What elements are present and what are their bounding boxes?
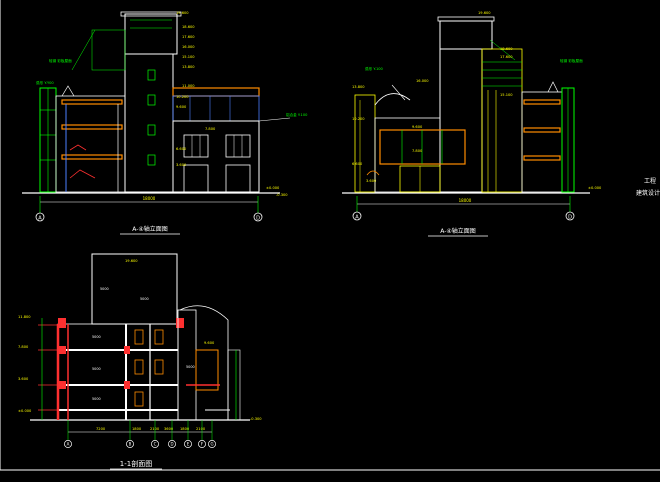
level-label: 7.800 bbox=[18, 345, 29, 349]
room-label: 5000 bbox=[100, 287, 109, 291]
beam-cut bbox=[176, 318, 184, 328]
note-line-2: 建筑设计 bbox=[636, 189, 660, 197]
level-label: 13.800 bbox=[352, 85, 365, 89]
level-label: ±0.000 bbox=[588, 186, 602, 190]
dimension-label: 1800 bbox=[180, 427, 190, 431]
axis-label-left: A bbox=[38, 216, 42, 222]
level-label: 15.100 bbox=[500, 93, 513, 97]
level-label: -0.300 bbox=[276, 193, 288, 197]
axis-label: G bbox=[210, 442, 213, 447]
room-label: 5000 bbox=[92, 397, 101, 401]
level-label: 17.600 bbox=[500, 55, 513, 59]
note-line-1: 工程 bbox=[644, 177, 656, 185]
room-label: 5000 bbox=[140, 297, 149, 301]
axis-label-right: D bbox=[568, 215, 572, 221]
level-label: 3.600 bbox=[366, 179, 377, 183]
level-label: 11.000 bbox=[182, 84, 195, 88]
level-label: ±0.000 bbox=[266, 186, 280, 190]
level-label: 10.200 bbox=[352, 117, 365, 121]
beam-cut bbox=[58, 318, 66, 328]
front-elevation-title: A-④轴立面图 bbox=[132, 225, 168, 233]
room-label: 5000 bbox=[92, 367, 101, 371]
level-label: 10.200 bbox=[176, 95, 189, 99]
beam-cut bbox=[58, 381, 66, 389]
axis-label: C bbox=[154, 442, 157, 447]
level-label: 6.600 bbox=[176, 147, 187, 151]
level-label: 6.600 bbox=[352, 162, 363, 166]
level-label: 13.800 bbox=[182, 65, 195, 69]
level-label: 16.000 bbox=[182, 45, 195, 49]
level-label: 17.600 bbox=[182, 35, 195, 39]
level-label: 16.000 bbox=[416, 79, 429, 83]
axis-label: A bbox=[67, 442, 70, 447]
total-dimension: 18000 bbox=[143, 196, 156, 201]
side-elevation-title: A-④轴立面图 bbox=[440, 227, 476, 235]
note-label: 轻钢 彩板屋面 bbox=[560, 58, 583, 63]
level-label: 9.600 bbox=[204, 341, 215, 345]
level-label: 18.600 bbox=[500, 47, 513, 51]
level-label: 3.600 bbox=[176, 163, 187, 167]
dimension-label: 3600 bbox=[164, 427, 174, 431]
dimension-label: 1800 bbox=[132, 427, 142, 431]
level-label: 9.600 bbox=[176, 105, 187, 109]
beam-cut bbox=[124, 381, 130, 389]
beam-cut bbox=[124, 346, 130, 354]
level-label: 18.600 bbox=[182, 25, 195, 29]
level-label: 7.800 bbox=[205, 127, 216, 131]
axis-label: B bbox=[129, 442, 132, 447]
level-label: 19.600 bbox=[478, 11, 491, 15]
note-label: 弧形 Y.Y00 bbox=[36, 80, 54, 85]
total-dimension: 18000 bbox=[459, 198, 472, 203]
note-label: 轻钢 彩板屋面 bbox=[49, 58, 72, 63]
level-label: -0.300 bbox=[250, 417, 262, 421]
room-label: 5000 bbox=[92, 335, 101, 339]
axis-label-right: D bbox=[256, 216, 260, 222]
level-label: ±0.000 bbox=[18, 409, 32, 413]
level-label: 3.600 bbox=[18, 377, 29, 381]
note-label: 弧形 Y.100 bbox=[365, 66, 384, 71]
section-title: 1-1剖面图 bbox=[120, 459, 152, 468]
level-label: 9.600 bbox=[412, 125, 423, 129]
level-label: 15.100 bbox=[182, 55, 195, 59]
level-label: 19.600 bbox=[125, 259, 138, 263]
axis-label-left: A bbox=[355, 215, 359, 221]
beam-cut bbox=[58, 346, 66, 354]
dimension-label: 2100 bbox=[196, 427, 206, 431]
level-label: 19.600 bbox=[176, 11, 189, 15]
cad-drawing-canvas: A D 18000 19.600 18.600 17.600 16.000 15… bbox=[0, 0, 660, 482]
level-label: 11.800 bbox=[18, 315, 31, 319]
axis-label: D bbox=[170, 442, 173, 447]
dimension-label: 7200 bbox=[96, 427, 106, 431]
note-label: 铝合金 Y.100 bbox=[286, 112, 308, 117]
level-label: 7.800 bbox=[412, 149, 423, 153]
room-label: 5000 bbox=[186, 365, 195, 369]
